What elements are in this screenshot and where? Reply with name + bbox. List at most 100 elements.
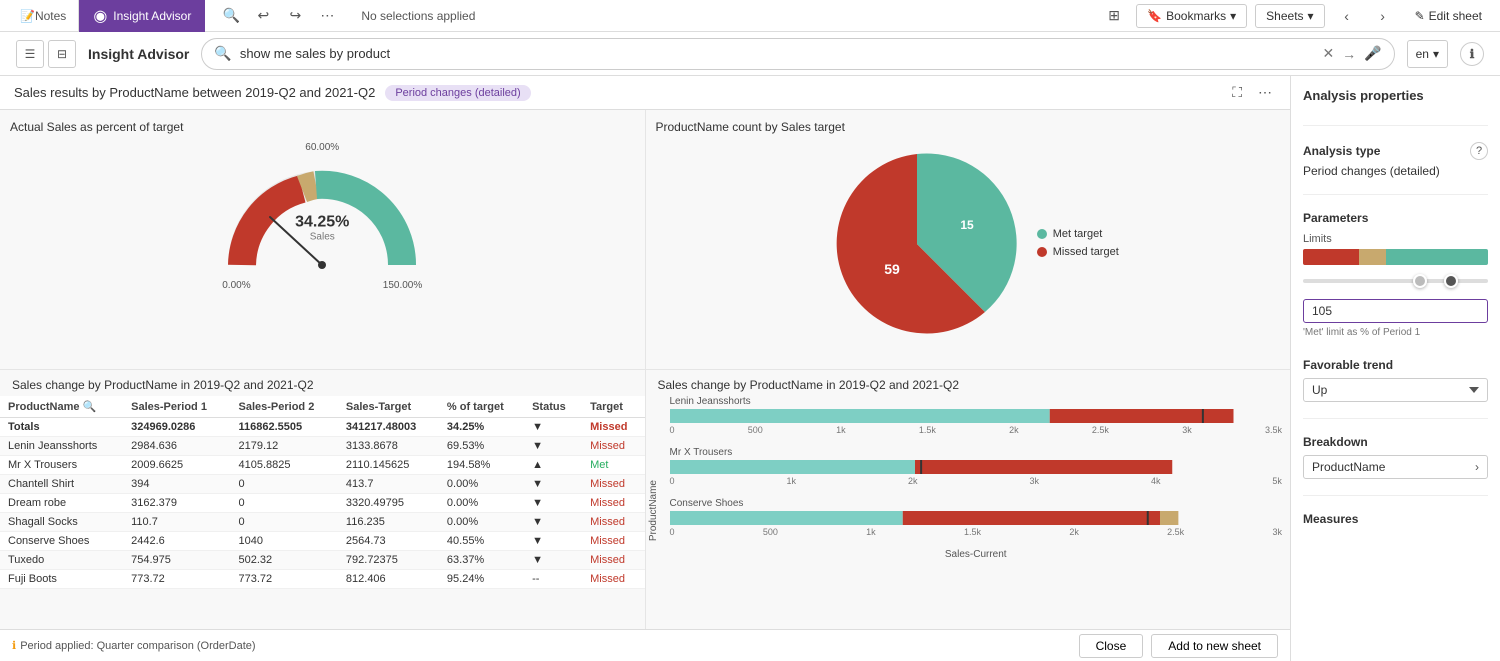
cell-tgt: 3133.8678 [338,437,439,456]
cell-name: Mr X Trousers [0,456,123,475]
breakdown-section: Breakdown ProductName › [1303,435,1488,479]
limits-thumb-left[interactable] [1413,274,1427,288]
cell-p1: 754.975 [123,551,230,570]
cell-p2: 1040 [231,532,338,551]
tab-notes[interactable]: 📝 Notes [8,0,79,32]
bar-group-3: Conserve Shoes 05001k1.5k2k2. [662,498,1291,537]
limits-bar-red [1303,249,1359,265]
missed-count-svg: 59 [884,261,900,277]
pie-svg: 59 15 [817,144,1017,344]
missed-dot [1037,247,1047,257]
bar-chart-wrapper: ProductName Lenin Jeansshorts [646,396,1291,625]
expand-btn[interactable]: ⛶ [1228,82,1246,103]
clear-search-btn[interactable]: ✕ [1322,45,1334,62]
bar-axis-1: 05001k1.5k2k2.5k3k3.5k [670,425,1283,435]
cell-p2: 502.32 [231,551,338,570]
col-period2: Sales-Period 2 [231,396,338,418]
info-btn[interactable]: ℹ [1460,42,1484,66]
breakdown-value: ProductName [1312,460,1385,474]
divider-2 [1303,194,1488,195]
cell-arrow: ▼ [524,475,582,494]
cell-p1: 2442.6 [123,532,230,551]
bookmarks-label: Bookmarks [1166,9,1226,23]
close-button[interactable]: Close [1079,634,1144,658]
divider-3 [1303,418,1488,419]
redo-btn[interactable]: ↪ [281,2,309,30]
donut-center-pct: 34.25% [295,214,349,232]
selection-area: No selections applied [349,9,1088,23]
tab-group: 📝 Notes ◉ Insight Advisor [8,0,205,32]
bookmarks-btn[interactable]: 🔖 Bookmarks ▾ [1136,4,1247,28]
sheets-btn[interactable]: Sheets ▾ [1255,4,1324,28]
tab-insight[interactable]: ◉ Insight Advisor [79,0,205,32]
analysis-type-value: Period changes (detailed) [1303,164,1488,178]
table-row: Lenin Jeansshorts 2984.636 2179.12 3133.… [0,437,645,456]
bar-label-2: Mr X Trousers [670,447,1283,458]
col-period1: Sales-Period 1 [123,396,230,418]
cell-tgt: 2564.73 [338,532,439,551]
analysis-type-label: Analysis type [1303,144,1380,158]
donut-chart-title: Actual Sales as percent of target [10,120,635,134]
limits-input[interactable] [1303,299,1488,323]
add-to-sheet-button[interactable]: Add to new sheet [1151,634,1278,658]
col-pct: % of target [439,396,524,418]
search-input[interactable] [240,46,1315,61]
edit-icon: ✎ [1415,9,1425,23]
undo-btn[interactable]: ↩ [249,2,277,30]
pie-legend: Met target Missed target [1037,228,1119,264]
cell-tgt: 413.7 [338,475,439,494]
next-sheet-btn[interactable]: › [1369,2,1397,30]
help-btn[interactable]: ? [1470,142,1488,160]
cell-name: Shagall Socks [0,513,123,532]
period-badge[interactable]: Period changes (detailed) [385,85,530,101]
legend-met: Met target [1037,228,1119,240]
cell-p2: 116862.5505 [231,418,338,437]
prev-sheet-btn[interactable]: ‹ [1333,2,1361,30]
favorable-trend-select[interactable]: Up Down [1303,378,1488,402]
mic-btn[interactable]: 🎤 [1364,45,1381,62]
breakdown-row[interactable]: ProductName › [1303,455,1488,479]
table-row: Shagall Socks 110.7 0 116.235 0.00% ▼ Mi… [0,513,645,532]
cell-p1: 324969.0286 [123,418,230,437]
edit-sheet-btn[interactable]: ✎ Edit sheet [1405,4,1492,28]
search-toolbar-btn[interactable]: 🔍 [217,2,245,30]
more-options-btn[interactable]: ⋯ [1254,82,1276,103]
right-bar-chart-container: Sales change by ProductName in 2019-Q2 a… [646,370,1291,629]
cell-pct: 34.25% [439,418,524,437]
cell-tgt: 2110.145625 [338,456,439,475]
cell-status: Missed [582,532,644,551]
grid-btn-wrapper: ⊞ [1100,2,1128,30]
grid-btn[interactable]: ⊞ [1100,2,1128,30]
pie-chart-title: ProductName count by Sales target [656,120,1281,134]
bar-svg-2 [670,460,1283,474]
cell-tgt: 3320.49795 [338,494,439,513]
analysis-type-section: Analysis type ? Period changes (detailed… [1303,142,1488,178]
right-panel-toggle[interactable]: ⊟ [48,40,76,68]
cell-status: Missed [582,418,644,437]
met-dot [1037,229,1047,239]
favorable-trend-wrapper: Up Down [1303,378,1488,402]
col-target: Sales-Target [338,396,439,418]
lang-selector[interactable]: en ▾ [1407,40,1448,68]
cell-arrow: ▼ [524,494,582,513]
limits-color-bar [1303,249,1488,265]
missed-target-label: Missed target [1053,246,1119,258]
more-toolbar-btn[interactable]: ⋯ [313,2,341,30]
cell-p1: 110.7 [123,513,230,532]
divider-4 [1303,495,1488,496]
bar-label-3: Conserve Shoes [670,498,1283,509]
limits-thumb-right[interactable] [1444,274,1458,288]
cell-pct: 63.37% [439,551,524,570]
second-bar: ☰ ⊟ Insight Advisor 🔍 ✕ → 🎤 en ▾ ℹ [0,32,1500,76]
bar-label-1: Lenin Jeansshorts [670,396,1283,407]
search-col-icon[interactable]: 🔍 [83,401,97,413]
bar-svg-1 [670,409,1283,423]
favorable-trend-label: Favorable trend [1303,358,1488,372]
cell-pct: 40.55% [439,532,524,551]
left-panel-toggle[interactable]: ☰ [16,40,44,68]
parameters-section: Parameters Limits 'Met' limit as % of Pe… [1303,211,1488,346]
tab-notes-label: Notes [35,9,66,23]
submit-search-btn[interactable]: → [1342,46,1356,62]
cell-p2: 773.72 [231,570,338,589]
right-bar-chart-title: Sales change by ProductName in 2019-Q2 a… [646,370,1291,396]
